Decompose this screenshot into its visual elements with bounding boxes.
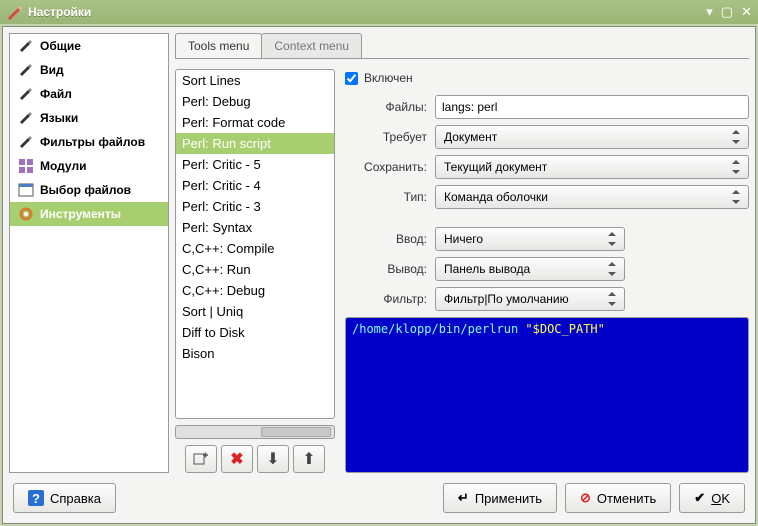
- tool-item[interactable]: Perl: Critic - 3: [176, 196, 334, 217]
- tool-item[interactable]: C,C++: Compile: [176, 238, 334, 259]
- sidebar-item-label: Общие: [40, 39, 81, 53]
- ok-button[interactable]: ✔ OK: [679, 483, 745, 513]
- sidebar-item-4[interactable]: Фильтры файлов: [10, 130, 168, 154]
- requires-label: Требует: [345, 130, 427, 144]
- requires-select[interactable]: Документ: [435, 125, 749, 149]
- filter-select[interactable]: Фильтр|По умолчанию: [435, 287, 625, 311]
- horizontal-scrollbar[interactable]: [175, 425, 335, 439]
- delete-tool-button[interactable]: ✖: [221, 445, 253, 473]
- tab-1[interactable]: Context menu: [261, 33, 362, 58]
- sidebar-item-label: Файл: [40, 87, 72, 101]
- tool-item[interactable]: C,C++: Run: [176, 259, 334, 280]
- move-down-button[interactable]: ⬇: [257, 445, 289, 473]
- pencil-icon: [18, 110, 34, 126]
- sidebar-item-label: Выбор файлов: [40, 183, 131, 197]
- tab-0[interactable]: Tools menu: [175, 33, 262, 58]
- maximize-icon[interactable]: ▢: [721, 4, 733, 20]
- sidebar-item-label: Языки: [40, 111, 78, 125]
- help-button[interactable]: ? Справка: [13, 483, 116, 513]
- tool-item[interactable]: Sort | Uniq: [176, 301, 334, 322]
- command-arg-text: "$DOC_PATH": [525, 322, 604, 336]
- sidebar-item-label: Инструменты: [40, 207, 121, 221]
- apply-button[interactable]: ↵ Применить: [443, 483, 557, 513]
- return-icon: ↵: [458, 490, 469, 506]
- tool-item[interactable]: Perl: Syntax: [176, 217, 334, 238]
- sidebar-item-7[interactable]: Инструменты: [10, 202, 168, 226]
- enabled-checkbox[interactable]: [345, 72, 358, 85]
- tool-item[interactable]: Perl: Critic - 4: [176, 175, 334, 196]
- pencil-icon: [18, 134, 34, 150]
- sidebar-item-2[interactable]: Файл: [10, 82, 168, 106]
- tool-item[interactable]: Bison: [176, 343, 334, 364]
- output-select[interactable]: Панель вывода: [435, 257, 625, 281]
- sidebar-item-1[interactable]: Вид: [10, 58, 168, 82]
- pencil-icon: [18, 62, 34, 78]
- sidebar-item-3[interactable]: Языки: [10, 106, 168, 130]
- sidebar: Общие Вид Файл Языки Фильтры файлов Модули Выб…: [9, 33, 169, 473]
- titlebar: Настройки ▾ ▢ ✕: [0, 0, 758, 24]
- cancel-icon: ⊘: [580, 490, 591, 506]
- check-icon: ✔: [694, 490, 705, 506]
- app-icon: [6, 4, 22, 20]
- sidebar-item-label: Вид: [40, 63, 64, 77]
- modules-icon: [18, 158, 34, 174]
- tool-item[interactable]: Perl: Critic - 5: [176, 154, 334, 175]
- cancel-button[interactable]: ⊘ Отменить: [565, 483, 671, 513]
- sidebar-item-6[interactable]: Выбор файлов: [10, 178, 168, 202]
- sidebar-item-0[interactable]: Общие: [10, 34, 168, 58]
- help-icon: ?: [28, 490, 44, 506]
- files-label: Файлы:: [345, 100, 427, 114]
- arrow-down-icon: ⬇: [266, 449, 279, 469]
- command-path-text: /home/klopp/bin/perlrun: [352, 322, 525, 336]
- tool-item[interactable]: Diff to Disk: [176, 322, 334, 343]
- output-label: Вывод:: [345, 262, 427, 276]
- input-label: Ввод:: [345, 232, 427, 246]
- tools-list[interactable]: Sort LinesPerl: DebugPerl: Format codePe…: [175, 69, 335, 419]
- tabs: Tools menuContext menu: [175, 33, 749, 59]
- save-label: Сохранить:: [345, 160, 427, 174]
- save-select[interactable]: Текущий документ: [435, 155, 749, 179]
- gear-icon: [18, 206, 34, 222]
- filesel-icon: [18, 182, 34, 198]
- arrow-up-icon: ⬆: [302, 449, 315, 469]
- files-input[interactable]: [435, 95, 749, 119]
- window-title: Настройки: [28, 5, 91, 19]
- sidebar-item-5[interactable]: Модули: [10, 154, 168, 178]
- type-label: Тип:: [345, 190, 427, 204]
- enabled-label: Включен: [364, 71, 413, 85]
- tool-item[interactable]: Sort Lines: [176, 70, 334, 91]
- tool-item[interactable]: Perl: Format code: [176, 112, 334, 133]
- add-icon: [193, 451, 209, 467]
- sidebar-item-label: Модули: [40, 159, 86, 173]
- tool-item[interactable]: Perl: Debug: [176, 91, 334, 112]
- command-textarea[interactable]: /home/klopp/bin/perlrun "$DOC_PATH": [345, 317, 749, 473]
- tool-item[interactable]: Perl: Run script: [176, 133, 334, 154]
- input-select[interactable]: Ничего: [435, 227, 625, 251]
- move-up-button[interactable]: ⬆: [293, 445, 325, 473]
- add-tool-button[interactable]: [185, 445, 217, 473]
- pencil-icon: [18, 38, 34, 54]
- delete-icon: ✖: [230, 449, 243, 469]
- minimize-icon[interactable]: ▾: [706, 4, 713, 20]
- tool-item[interactable]: C,C++: Debug: [176, 280, 334, 301]
- close-icon[interactable]: ✕: [741, 4, 752, 20]
- filter-label: Фильтр:: [345, 292, 427, 306]
- pencil-icon: [18, 86, 34, 102]
- sidebar-item-label: Фильтры файлов: [40, 135, 145, 149]
- type-select[interactable]: Команда оболочки: [435, 185, 749, 209]
